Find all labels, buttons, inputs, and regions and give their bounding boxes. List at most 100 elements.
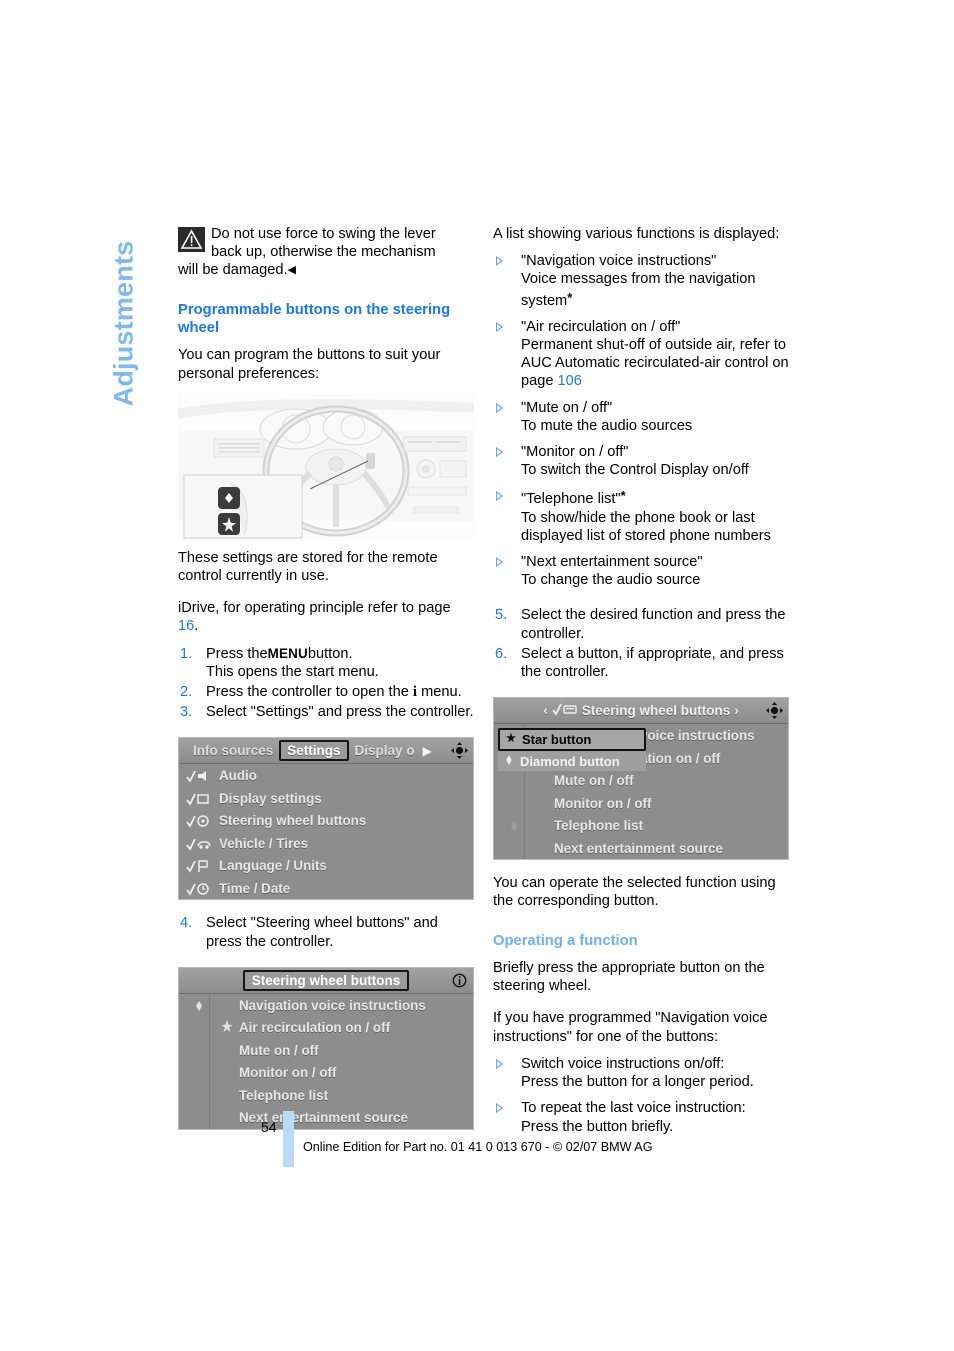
step-3: 3. Select "Settings" and press the contr… [178,703,474,721]
step-5-number: 5. [495,607,508,624]
warning-triangle-icon [178,227,205,252]
menu-item-language-units[interactable]: Language / Units [179,854,473,877]
vehicle-tires-icon [179,835,219,851]
bullet-triangle-icon [496,402,503,413]
menu-item-steering-wheel-buttons[interactable]: Steering wheel buttons [179,809,473,832]
right-column: A list showing various functions is disp… [493,225,789,1144]
popup-item-diamond-label: Diamond button [520,753,620,769]
operating-bullet-0-desc: Press the button for a longer period. [521,1074,754,1091]
section-tab: Adjustments [104,222,144,432]
button-select-popup: Star button Diamond button [498,728,646,772]
footer-edition-text: Online Edition for Part no. 01 41 0 013 … [303,1140,653,1154]
swbuttons-title: Steering wheel buttons [242,969,410,991]
step-1-pre: Press the [206,645,268,662]
bullet-triangle-icon [496,321,503,332]
language-units-icon [179,858,219,874]
step-3-number: 3. [180,704,193,721]
bullet-triangle-icon [496,447,503,458]
menu-item-steering-wheel-buttons-label: Steering wheel buttons [219,813,367,829]
assign-item-2[interactable]: Mute on / off [494,769,788,792]
heading-operating-a-function: Operating a function [493,932,638,949]
step-4: 4. Select "Steering wheel buttons" and p… [178,914,474,950]
function-2-title: "Mute on / off" [521,399,613,416]
menu-item-display-settings[interactable]: Display settings [179,787,473,810]
function-5-title: "Next entertainment source" [521,554,703,571]
menu-item-time-date[interactable]: Time / Date [179,877,473,900]
checked-steering-wheel-icon [548,703,582,719]
after-screenshot-note: You can operate the selected function us… [493,875,776,910]
tab-info-sources[interactable]: Info sources [187,743,279,758]
operating-paragraph-2: If you have programmed "Navigation voice… [493,1010,768,1045]
steering-wheel-icon [179,813,219,829]
step-1: 1. Press theMENUbutton. This opens the s… [178,645,474,681]
page-reference-16[interactable]: 16 [178,618,194,634]
list-left-rail [179,993,210,1129]
function-navigation-voice-instructions: "Navigation voice instructions" Voice me… [493,252,789,310]
swb-item-mute[interactable]: Mute on / off [179,1039,473,1062]
menu-item-vehicle-tires-label: Vehicle / Tires [219,835,309,851]
swb-item-monitor[interactable]: Monitor on / off [179,1061,473,1084]
assign-item-4[interactable]: Telephone list [494,814,788,837]
step-6: 6. Select a button, if appropriate, and … [493,645,789,681]
info-icon [450,971,469,990]
step-2-pre: Press the controller to open the [206,684,409,701]
assign-title-suffix-arrow[interactable]: › [730,703,739,718]
popup-item-star-button[interactable]: Star button [498,728,646,752]
function-3-desc: To switch the Control Display on/off [521,462,749,479]
swb-item-telephone-list[interactable]: Telephone list [179,1084,473,1107]
function-3-title: "Monitor on / off" [521,444,629,461]
tab-display-options[interactable]: Display o [349,743,421,758]
bullet-triangle-icon [496,491,503,502]
star-icon [505,732,522,747]
idrive-settings-screenshot: Info sources Settings Display o ▶ Audio … [178,737,474,901]
assign-item-5[interactable]: Next entertainment source [494,837,788,860]
assign-item-3[interactable]: Monitor on / off [494,792,788,815]
function-5-desc: To change the audio source [521,572,701,589]
tab-settings[interactable]: Settings [279,740,349,762]
popup-item-star-label: Star button [522,732,592,748]
menu-item-audio-label: Audio [219,768,257,784]
warning-end-marker: ◀ [287,264,296,277]
step-2-number: 2. [180,684,193,701]
footer-accent-bar [283,1111,294,1167]
step-1-sub: This opens the start menu. [206,663,379,680]
next-tab-arrow-icon[interactable]: ▶ [421,744,432,758]
menu-item-display-settings-label: Display settings [219,790,322,806]
page-reference-106[interactable]: 106 [558,373,582,389]
intro-paragraph: You can program the buttons to suit your… [178,347,441,382]
time-date-icon [179,880,219,896]
function-1-title: "Air recirculation on / off" [521,318,681,335]
function-telephone-list: "Telephone list"* To show/hide the phone… [493,487,789,545]
operating-bullet-0-title: Switch voice instructions on/off: [521,1055,725,1072]
bullet-triangle-icon [496,557,503,568]
warning-line-3-text: will be damaged. [178,262,288,279]
step-4-number: 4. [180,915,193,932]
popup-item-diamond-button[interactable]: Diamond button [498,751,646,772]
joystick-icon [450,741,469,760]
assign-item-4-label: Telephone list [554,818,644,834]
bullet-triangle-icon [496,256,503,267]
step-2: 2. Press the controller to open the i me… [178,683,474,701]
footnote-asterisk: * [620,488,626,504]
function-4-title: "Telephone list" [521,491,621,508]
assign-item-5-label: Next entertainment source [554,840,723,856]
assign-list: Star button Diamond button voice instruc… [494,724,788,860]
step-5-text: Select the desired function and press th… [521,607,786,642]
menu-item-language-units-label: Language / Units [219,858,327,874]
swb-item-air-recirculation[interactable]: Air recirculation on / off [179,1016,473,1039]
swbuttons-list: Navigation voice instructions Air recirc… [179,993,473,1129]
menu-item-vehicle-tires[interactable]: Vehicle / Tires [179,832,473,855]
function-mute: "Mute on / off" To mute the audio source… [493,399,789,435]
star-marker-icon [219,1019,239,1036]
idrive-reference-suffix: . [194,618,199,635]
function-4-desc: To show/hide the phone book or last disp… [521,509,771,544]
joystick-icon [765,701,784,720]
swb-item-navigation-voice-instructions[interactable]: Navigation voice instructions [179,994,473,1017]
swbuttons-title-bar: Steering wheel buttons [179,967,473,994]
step-1-number: 1. [180,645,193,662]
idrive-reference: iDrive, for operating principle refer to… [178,599,474,635]
swb-item-2-label: Mute on / off [239,1042,319,1058]
step-6-number: 6. [495,645,508,662]
menu-item-audio[interactable]: Audio [179,764,473,787]
operating-bullet-switch-voice: Switch voice instructions on/off: Press … [493,1055,789,1091]
